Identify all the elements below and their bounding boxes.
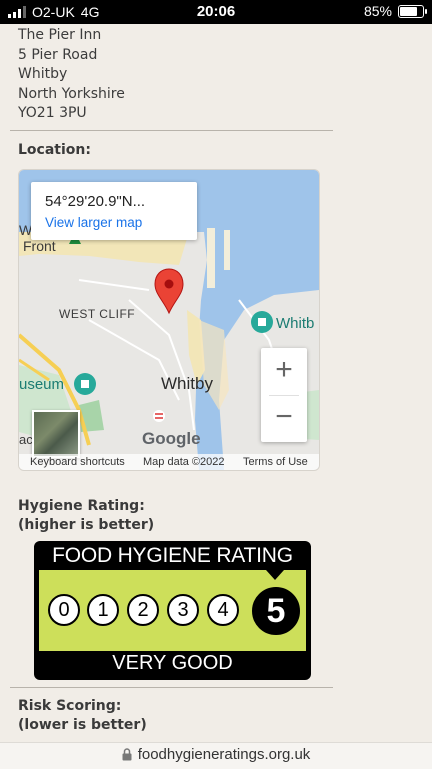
map-label-museum: useum	[19, 376, 65, 393]
rating-circle: 1	[87, 594, 119, 626]
rating-score: 5	[252, 587, 300, 635]
url-text: foodhygieneratings.org.uk	[137, 746, 311, 763]
terms-of-use-link[interactable]: Terms of Use	[243, 456, 308, 468]
battery-percent: 85%	[363, 3, 392, 19]
embedded-map[interactable]: Wh Front WEST CLIFF Whitb useum Whitby a…	[18, 169, 320, 471]
map-footer: Keyboard shortcuts Map data ©2022 Terms …	[19, 454, 319, 470]
food-hygiene-rating-badge: FOOD HYGIENE RATING 0 1 2 3 4 5 VERY GOO…	[34, 541, 311, 680]
google-logo: Google	[142, 429, 201, 448]
status-bar: O2-UK 4G 20:06 85%	[0, 0, 432, 24]
map-label-whitby-poi: Whitb	[276, 315, 315, 332]
address-line: YO21 3PU	[18, 105, 87, 122]
map-label-west-cliff: WEST CLIFF	[59, 307, 136, 321]
url-bar[interactable]: foodhygieneratings.org.uk	[0, 742, 432, 769]
zoom-in-button[interactable]: +	[261, 348, 307, 395]
address-line: 5 Pier Road	[18, 46, 98, 63]
address-line: North Yorkshire	[18, 85, 125, 102]
map-data-text: Map data ©2022	[143, 456, 225, 468]
address-line: The Pier Inn	[18, 27, 102, 43]
rating-circle: 3	[167, 594, 199, 626]
zoom-out-button[interactable]: −	[261, 395, 307, 442]
rating-verdict: VERY GOOD	[112, 652, 233, 674]
rating-circle: 4	[207, 594, 239, 626]
address-line: Whitby	[18, 66, 68, 83]
map-coordinates: 54°29'20.9"N...	[45, 193, 146, 210]
view-larger-map-link[interactable]: View larger map	[45, 215, 142, 230]
risk-subheading: (lower is better)	[18, 717, 147, 733]
keyboard-shortcuts-link[interactable]: Keyboard shortcuts	[30, 456, 125, 468]
battery-icon	[398, 4, 427, 18]
map-label-whitby: Whitby	[161, 374, 213, 393]
badge-title: FOOD HYGIENE RATING	[52, 544, 293, 567]
establishment-address: The Pier Inn 5 Pier Road Whitby North Yo…	[18, 26, 125, 124]
map-label-front: Front	[23, 238, 56, 254]
zoom-control: + −	[261, 348, 307, 442]
map-label-ac: ac	[19, 432, 33, 447]
hygiene-subheading: (higher is better)	[18, 517, 155, 533]
divider	[10, 130, 333, 131]
rating-pointer-icon	[266, 570, 284, 580]
lock-icon	[122, 748, 132, 761]
risk-heading: Risk Scoring:	[18, 698, 122, 714]
location-heading: Location:	[18, 142, 91, 158]
rating-scale-panel: 0 1 2 3 4 5	[39, 570, 306, 651]
rating-circle: 2	[127, 594, 159, 626]
hygiene-heading: Hygiene Rating:	[18, 498, 145, 514]
satellite-thumbnail[interactable]	[32, 410, 80, 458]
rating-circle: 0	[48, 594, 80, 626]
divider	[10, 687, 333, 688]
map-info-card: 54°29'20.9"N... View larger map	[31, 182, 197, 240]
